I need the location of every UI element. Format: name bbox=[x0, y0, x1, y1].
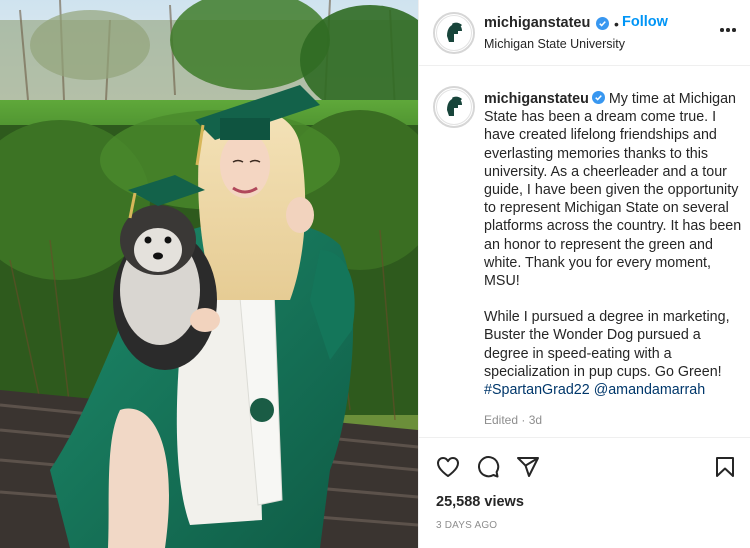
posted-timestamp[interactable]: 3 DAYS AGO bbox=[436, 520, 497, 531]
caption-paragraph-1: My time at Michigan State has been a dre… bbox=[484, 91, 742, 290]
post-photo[interactable] bbox=[0, 0, 418, 548]
verified-badge-icon bbox=[591, 91, 605, 104]
spartan-helmet-icon bbox=[447, 96, 462, 116]
more-options-icon[interactable] bbox=[719, 28, 737, 34]
divider bbox=[419, 437, 750, 438]
bookmark-icon[interactable] bbox=[713, 455, 737, 479]
heart-icon[interactable] bbox=[436, 455, 460, 479]
caption-avatar[interactable] bbox=[433, 86, 475, 128]
graduate-with-dog-photo bbox=[0, 0, 418, 548]
post-side-panel: michiganstateu • Follow Michigan State U… bbox=[418, 0, 750, 548]
post-caption: michiganstateu My time at Michigan State … bbox=[484, 90, 744, 399]
header-separator: • bbox=[614, 16, 619, 32]
caption-paragraph-2: While I pursued a degree in marketing, B… bbox=[484, 309, 730, 380]
account-username[interactable]: michiganstateu bbox=[484, 15, 590, 31]
hashtag-link[interactable]: #SpartanGrad22 bbox=[484, 382, 590, 398]
edited-timestamp: Edited · 3d bbox=[484, 413, 543, 427]
spartan-helmet-icon bbox=[447, 22, 462, 42]
verified-badge-icon bbox=[596, 17, 609, 30]
post-header: michiganstateu • Follow Michigan State U… bbox=[419, 0, 750, 66]
caption-username[interactable]: michiganstateu bbox=[484, 91, 589, 107]
avatar[interactable] bbox=[433, 12, 475, 54]
comment-bubble-icon[interactable] bbox=[476, 455, 500, 479]
mention-link[interactable]: @amandamarrah bbox=[594, 382, 705, 398]
view-count[interactable]: 25,588 views bbox=[436, 494, 524, 510]
paper-plane-icon[interactable] bbox=[516, 455, 540, 479]
account-display-name[interactable]: Michigan State University bbox=[484, 37, 625, 51]
follow-button[interactable]: Follow bbox=[622, 14, 668, 30]
